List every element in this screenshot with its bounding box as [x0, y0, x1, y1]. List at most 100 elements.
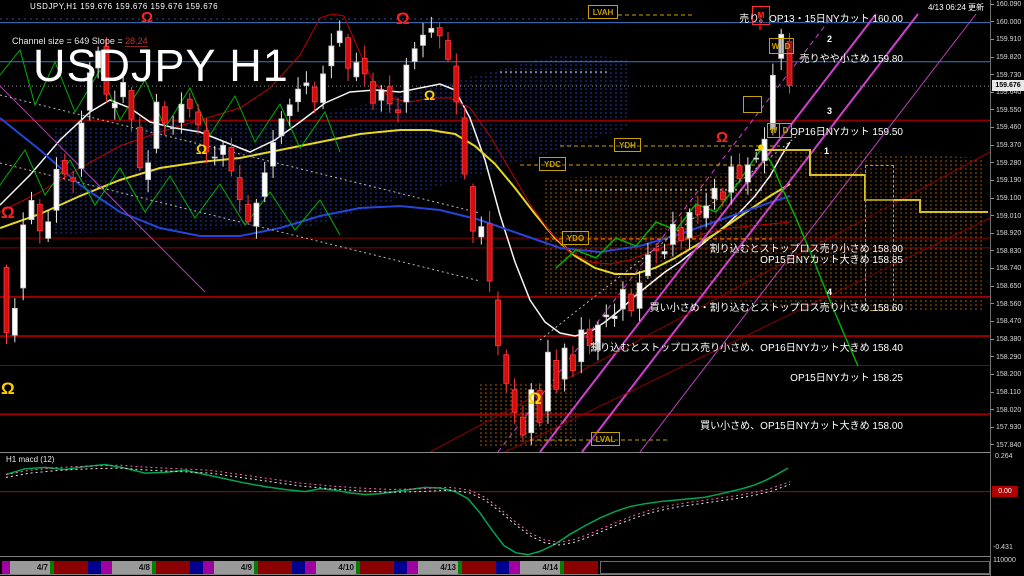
time-strip-segment: [462, 561, 496, 574]
price-tick-label: 158.470: [991, 318, 1024, 325]
candle-body: [620, 289, 625, 309]
candle-body: [221, 145, 226, 154]
candle-body: [612, 316, 617, 318]
candle-body: [720, 192, 725, 200]
candle-body: [754, 158, 759, 159]
candle-body: [279, 119, 284, 136]
time-strip[interactable]: 4/74/84/94/104/134/14: [2, 561, 598, 574]
time-strip-segment: 4/14: [520, 561, 560, 574]
candle-body: [254, 203, 259, 226]
candle-body: [29, 200, 34, 219]
candle-body: [537, 391, 542, 423]
time-strip-segment: [292, 561, 305, 574]
price-tick-label: 158.560: [991, 301, 1024, 308]
date-label: 4/7: [37, 563, 48, 572]
candle-body: [529, 390, 534, 433]
candle-body: [662, 252, 667, 254]
candle-body: [629, 294, 634, 311]
candle-body: [645, 255, 650, 276]
window-bottom-line: [0, 574, 990, 575]
time-strip-segment: [394, 561, 407, 574]
candle-body: [321, 74, 326, 103]
time-strip-segment: 4/9: [214, 561, 254, 574]
time-strip-segment: [203, 561, 214, 574]
price-tick-label: 159.010: [991, 213, 1024, 220]
time-strip-segment: [156, 561, 190, 574]
candle-body: [762, 139, 767, 161]
candle-body: [137, 127, 142, 168]
candle-body: [329, 46, 334, 66]
candle-body: [12, 308, 17, 335]
price-tick-label: 159.460: [991, 124, 1024, 131]
candle-body: [396, 110, 401, 113]
candle-body: [246, 204, 251, 221]
candle-body: [637, 283, 642, 308]
candle-body: [412, 49, 417, 62]
candle-body: [770, 75, 775, 129]
candle-body: [670, 224, 675, 244]
candle-body: [229, 147, 234, 171]
candle-body: [520, 417, 525, 435]
candle-body: [71, 178, 76, 181]
price-tick-label: 159.280: [991, 160, 1024, 167]
candle-body: [445, 41, 450, 60]
price-tick-label: 158.110: [991, 389, 1024, 396]
macd-bottom-separator: [0, 556, 990, 557]
chart-title: USDJPY H1: [33, 40, 289, 92]
candle-body: [462, 118, 467, 174]
candle-body: [304, 83, 309, 86]
candle-body: [654, 249, 659, 250]
candle-body: [712, 188, 717, 198]
price-tick-label: 159.910: [991, 36, 1024, 43]
candle-body: [354, 63, 359, 77]
candle-body: [429, 28, 434, 32]
candle-body: [287, 105, 292, 116]
price-tick-label: 159.820: [991, 54, 1024, 61]
price-tick-label: 157.840: [991, 442, 1024, 449]
price-tick-label: 158.740: [991, 265, 1024, 272]
candle-body: [695, 205, 700, 214]
time-strip-segment: [54, 561, 88, 574]
candle-body: [262, 173, 267, 197]
candle-body: [704, 206, 709, 218]
time-strip-segment: 4/13: [418, 561, 458, 574]
time-strip-segment: 4/7: [10, 561, 50, 574]
candle-body: [437, 28, 442, 36]
current-price-tag: 159.676: [992, 80, 1024, 91]
price-axis[interactable]: 160.090160.000159.910159.820159.730159.6…: [990, 0, 1024, 576]
time-strip-segment: [305, 561, 316, 574]
macd-zero-tag: 0.00: [992, 486, 1018, 497]
candle-body: [129, 90, 134, 119]
mt4-chart-window: USDJPY,H1 159.676 159.676 159.676 159.67…: [0, 0, 1024, 576]
time-strip-segment: [190, 561, 203, 574]
candle-body: [21, 225, 26, 288]
macd-plot[interactable]: [0, 452, 990, 556]
price-tick-label: 158.020: [991, 407, 1024, 414]
candle-body: [196, 112, 201, 125]
candle-body: [554, 360, 559, 389]
candle-body: [271, 142, 276, 166]
macd-main-line: [6, 465, 788, 555]
price-tick-label: 160.000: [991, 19, 1024, 26]
time-strip-segment: [258, 561, 292, 574]
candle-body: [46, 222, 51, 239]
candle-body: [687, 212, 692, 237]
candle-body: [479, 227, 484, 237]
time-strip-segment: [101, 561, 112, 574]
time-strip-segment: [360, 561, 394, 574]
time-strip-segment: [564, 561, 598, 574]
bottom-corner-label: 110000: [993, 557, 1016, 564]
candle-body: [787, 41, 792, 85]
time-strip-segment: [496, 561, 509, 574]
price-tick-label: 160.090: [991, 1, 1024, 8]
candle-body: [562, 348, 567, 379]
candle-body: [512, 390, 517, 412]
candle-body: [387, 87, 392, 104]
candle-body: [296, 89, 301, 102]
candle-body: [404, 65, 409, 102]
candle-body: [237, 178, 242, 200]
candle-body: [162, 107, 167, 123]
candle-body: [37, 204, 42, 231]
price-tick-label: 159.190: [991, 177, 1024, 184]
candle-body: [171, 128, 176, 129]
